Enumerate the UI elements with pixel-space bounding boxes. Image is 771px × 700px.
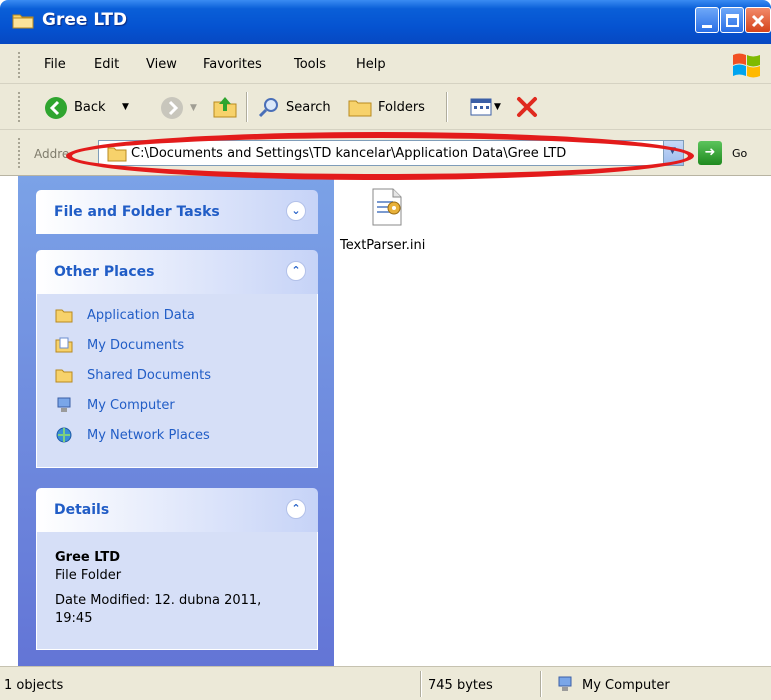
forward-dropdown-icon[interactable]: ▼ [190,103,197,113]
windows-logo-icon [733,53,760,78]
my-computer-icon [558,676,572,691]
search-label: Search [286,100,331,115]
address-label: Addre [34,147,70,161]
search-icon [258,98,278,118]
close-icon [751,14,765,28]
file-list-view[interactable]: TextParser.ini [334,176,771,666]
address-bar: Addre C:\Documents and Settings\TD kance… [0,130,771,176]
menu-tools[interactable]: Tools [294,57,326,72]
menu-favorites[interactable]: Favorites [203,57,262,72]
title-bar[interactable]: Gree LTD [0,0,771,44]
back-label: Back [74,100,106,115]
details-header[interactable]: Details ⌃ [36,488,318,532]
file-name: TextParser.ini [340,238,426,253]
go-arrow-icon: ➜ [704,145,716,160]
chevron-down-icon: ▼ [669,146,676,156]
details-date-modified: Date Modified: 12. dubna 2011, 19:45 [55,593,262,626]
folder-icon [107,147,127,162]
address-dropdown-button[interactable]: ▼ [663,141,683,165]
place-label: Application Data [87,308,195,323]
window-title: Gree LTD [42,10,128,30]
back-dropdown-icon: ▼ [122,102,129,112]
details-body: Gree LTD File Folder Date Modified: 12. … [36,532,318,650]
views-icon[interactable] [470,97,492,117]
folders-label: Folders [378,100,425,115]
menu-file[interactable]: File [44,57,66,72]
toolbar-separator [246,92,248,122]
toolbar-separator [446,92,448,122]
folder-icon [55,309,73,323]
menu-view[interactable]: View [146,57,177,72]
my-documents-icon [55,337,73,353]
status-separator [420,671,422,697]
menu-bar: File Edit View Favorites Tools Help [0,44,771,84]
forward-arrow-icon[interactable] [160,96,184,120]
views-dropdown-icon[interactable]: ▼ [494,102,501,112]
task-pane: File and Folder Tasks ⌄ Other Places ⌃ A… [18,176,334,666]
status-separator [540,671,542,697]
address-grip[interactable] [18,138,21,168]
place-label: Shared Documents [87,368,212,383]
my-computer-icon [57,397,71,412]
file-folder-tasks-header[interactable]: File and Folder Tasks ⌄ [36,190,318,234]
toolbar-grip[interactable] [18,92,21,122]
place-label: My Documents [87,338,185,353]
status-object-count: 1 objects [4,678,64,693]
place-label: My Network Places [87,428,210,443]
search-button[interactable]: Search [256,92,342,122]
expand-chevron-icon[interactable]: ⌄ [286,201,306,221]
menu-help[interactable]: Help [356,57,386,72]
other-places-list: Application Data My Documents Shared Doc… [36,294,318,468]
close-button[interactable] [745,7,771,33]
go-button[interactable]: ➜ [698,141,722,165]
address-input[interactable]: C:\Documents and Settings\TD kancelar\Ap… [98,140,684,166]
shared-folder-icon [55,369,73,383]
delete-icon[interactable] [516,96,538,118]
network-places-icon [56,427,72,443]
maximize-button[interactable] [720,7,744,33]
address-path: C:\Documents and Settings\TD kancelar\Ap… [131,146,567,161]
back-button[interactable]: Back ▼ [40,92,150,122]
status-bar: 1 objects 745 bytes My Computer [0,666,771,700]
status-size: 745 bytes [428,678,493,693]
go-label[interactable]: Go [732,147,747,160]
minimize-icon [702,25,712,28]
place-label: My Computer [87,398,175,413]
up-folder-icon[interactable] [212,94,238,120]
other-places-title: Other Places [54,264,155,280]
minimize-button[interactable] [695,7,719,33]
file-folder-tasks-title: File and Folder Tasks [54,204,220,220]
collapse-chevron-icon[interactable]: ⌃ [286,499,306,519]
collapse-chevron-icon[interactable]: ⌃ [286,261,306,281]
folder-icon [12,14,34,29]
folders-icon [348,100,372,117]
ini-file-icon [372,188,402,226]
details-title: Details [54,502,110,518]
details-type: File Folder [55,568,122,583]
menu-edit[interactable]: Edit [94,57,119,72]
back-arrow-icon [45,97,67,119]
menu-grip[interactable] [18,52,21,78]
details-name: Gree LTD [55,550,121,565]
file-item[interactable]: TextParser.ini [334,176,444,266]
standard-toolbar: Back ▼ ▼ Search Folders ▼ [0,84,771,130]
status-location: My Computer [582,678,670,693]
other-places-header[interactable]: Other Places ⌃ [36,250,318,294]
folders-button[interactable]: Folders [346,92,438,122]
maximize-icon [726,14,739,27]
